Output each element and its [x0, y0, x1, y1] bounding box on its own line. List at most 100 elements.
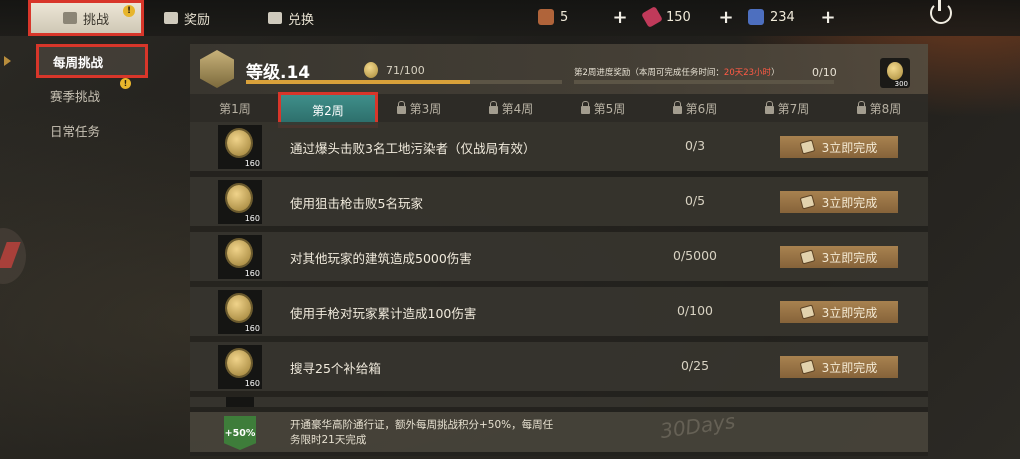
lock-icon	[764, 100, 774, 114]
sidebar-item-weekly[interactable]: 每周挑战	[36, 44, 148, 78]
power-icon[interactable]	[930, 0, 952, 24]
tab-week-label: 第1周	[219, 101, 251, 116]
battery-icon	[641, 6, 663, 28]
complete-now-button[interactable]: 3立即完成	[780, 246, 898, 268]
tab-exchange[interactable]: 兑换	[268, 4, 314, 32]
level-header: 等级.14 71/100 第2周进度奖励（本周可完成任务时间：20天23小时） …	[190, 44, 928, 94]
alert-badge: !	[123, 5, 135, 17]
tab-week-5[interactable]: 第5周	[560, 97, 646, 119]
level-progress-fill	[246, 80, 471, 84]
tab-reward[interactable]: 奖励	[164, 4, 210, 32]
tab-week-label: 第2周	[312, 103, 344, 118]
complete-now-label: 3立即完成	[821, 360, 878, 375]
top-bar: 挑战 ! 奖励 兑换 5 + 150 + 234 +	[0, 0, 1020, 36]
tab-challenge[interactable]: 挑战 !	[28, 0, 144, 36]
task-description: 使用狙击枪击败5名玩家	[290, 196, 423, 211]
task-row: 160 对其他玩家的建筑造成5000伤害 0/5000 3立即完成	[190, 232, 928, 281]
resource-cards: 234	[748, 9, 795, 25]
level-badge-icon	[200, 50, 234, 88]
task-progress: 0/5000	[673, 248, 717, 263]
task-progress: 0/5	[684, 193, 706, 208]
tab-challenge-label: 挑战	[82, 12, 109, 28]
lock-icon	[488, 100, 498, 114]
tab-week-label: 第5周	[593, 101, 626, 116]
alert-badge: !	[120, 78, 131, 89]
premium-pass-banner[interactable]: +50% 开通豪华高阶通行证，额外每周挑战积分+50%，每周任务限时21天完成 …	[190, 408, 928, 452]
task-reward-amount: 160	[244, 324, 260, 333]
resource-battery: 150	[641, 6, 691, 28]
week-tabs: 第1周 第2周 第3周 第4周 第5周 第6周 第7周 第8周	[190, 92, 928, 128]
task-progress: 0/100	[676, 303, 714, 318]
week-reward-amount: 300	[894, 80, 908, 88]
task-description: 搜寻25个补给箱	[290, 361, 381, 376]
ticket-icon	[538, 9, 554, 25]
tab-reward-label: 奖励	[184, 12, 211, 28]
gift-icon	[164, 12, 178, 24]
week-reward-label: 第2周进度奖励（本周可完成任务时间：20天23小时）	[574, 66, 780, 78]
coin-reward-icon: 160	[218, 235, 262, 279]
coin-reward-icon: 160	[218, 290, 262, 334]
sidebar-item-label: 赛季挑战	[50, 88, 101, 104]
task-row: 160 使用手枪对玩家累计造成100伤害 0/100 3立即完成	[190, 287, 928, 336]
arrow-right-icon	[4, 56, 11, 66]
tab-week-label: 第3周	[409, 101, 442, 116]
ticket-icon	[799, 194, 816, 210]
level-progress-text: 71/100	[386, 64, 425, 77]
ticket-icon	[799, 359, 816, 375]
task-row-partial	[190, 397, 928, 407]
challenge-icon	[62, 12, 77, 24]
tab-week-6[interactable]: 第6周	[652, 97, 738, 119]
ticket-icon	[799, 249, 816, 265]
add-cards-button[interactable]: +	[820, 7, 836, 28]
sidebar-item-daily[interactable]: 日常任务	[36, 113, 148, 147]
complete-now-label: 3立即完成	[821, 140, 878, 155]
complete-now-button[interactable]: 3立即完成	[780, 356, 898, 378]
week-reward-count: 0/10	[812, 66, 837, 79]
complete-now-button[interactable]: 3立即完成	[780, 136, 898, 158]
tab-week-3[interactable]: 第3周	[376, 97, 462, 119]
task-description: 通过爆头击败3名工地污染者（仅战局有效）	[290, 141, 536, 156]
tab-week-8[interactable]: 第8周	[836, 97, 922, 119]
main-panel: 等级.14 71/100 第2周进度奖励（本周可完成任务时间：20天23小时） …	[190, 44, 928, 456]
coin-reward-icon: 160	[218, 345, 262, 389]
tab-week-7[interactable]: 第7周	[744, 97, 830, 119]
task-progress: 0/25	[680, 358, 710, 373]
ticket-icon	[799, 139, 816, 155]
lock-icon	[672, 100, 682, 114]
complete-now-button[interactable]: 3立即完成	[780, 301, 898, 323]
sidebar-item-label: 日常任务	[50, 123, 101, 139]
exchange-icon	[268, 12, 282, 24]
task-progress: 0/3	[684, 138, 706, 153]
resource-battery-value: 150	[666, 9, 691, 25]
sidebar-item-label: 每周挑战	[53, 54, 104, 70]
week-reward-bar	[574, 80, 834, 84]
complete-now-label: 3立即完成	[821, 250, 878, 265]
tab-week-label: 第8周	[869, 101, 902, 116]
tab-week-1[interactable]: 第1周	[192, 97, 278, 119]
add-battery-button[interactable]: +	[718, 7, 734, 28]
tab-week-label: 第4周	[501, 101, 534, 116]
add-tickets-button[interactable]: +	[612, 7, 628, 28]
week-reward-suffix: ）	[771, 68, 780, 78]
tab-exchange-label: 兑换	[288, 12, 315, 28]
task-reward-amount: 160	[244, 379, 260, 388]
sidebar-item-season[interactable]: 赛季挑战	[36, 78, 148, 112]
complete-now-label: 3立即完成	[821, 195, 878, 210]
task-row: 160 通过爆头击败3名工地污染者（仅战局有效） 0/3 3立即完成	[190, 122, 928, 171]
bonus-badge: +50%	[224, 416, 256, 450]
tab-week-label: 第7周	[777, 101, 810, 116]
lock-icon	[856, 100, 866, 114]
tab-week-4[interactable]: 第4周	[468, 97, 554, 119]
level-progress-bar	[246, 80, 562, 84]
complete-now-button[interactable]: 3立即完成	[780, 191, 898, 213]
lock-icon	[580, 100, 590, 114]
banner-stamp: 30Days	[658, 408, 737, 444]
card-icon	[748, 9, 764, 25]
complete-now-label: 3立即完成	[821, 305, 878, 320]
ticket-icon	[799, 304, 816, 320]
week-reward-text: 第2周进度奖励（本周可完成任务时间：	[574, 68, 724, 78]
tab-week-label: 第6周	[685, 101, 718, 116]
week-reward-chest[interactable]: 300	[880, 58, 910, 88]
remaining-time: 20天23小时	[723, 68, 772, 78]
coin-icon	[364, 62, 378, 78]
